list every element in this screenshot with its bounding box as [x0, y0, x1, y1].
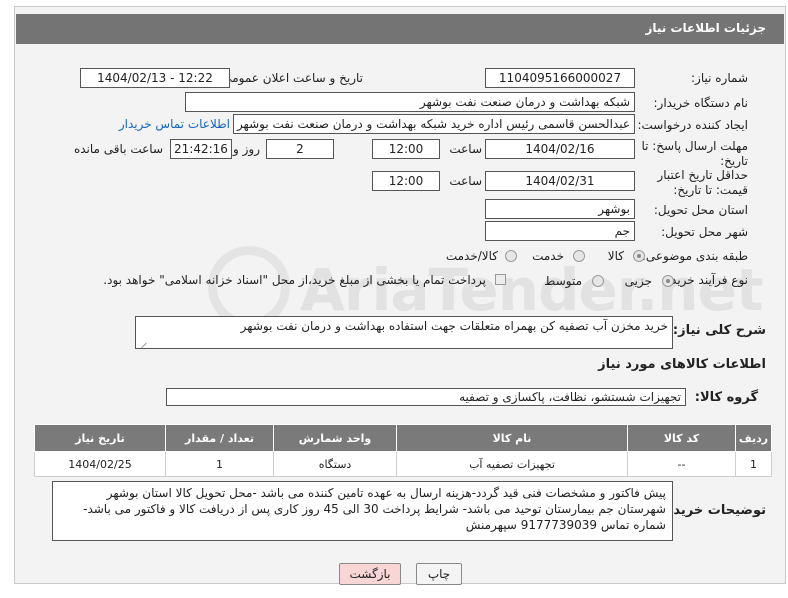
- reply-date-field[interactable]: 1404/02/16: [485, 139, 635, 159]
- category-option-goods: کالا: [607, 249, 624, 263]
- need-number-label: شماره نیاز:: [691, 71, 748, 85]
- treasury-checkbox[interactable]: [495, 274, 506, 285]
- category-label: طبقه بندی موضوعی:: [641, 249, 748, 263]
- buyer-org-field[interactable]: شبکه بهداشت و درمان صنعت نفت بوشهر: [185, 92, 635, 112]
- announce-label: تاریخ و ساعت اعلان عمومی:: [218, 71, 363, 85]
- summary-label: شرح کلی نیاز:: [672, 323, 766, 338]
- goods-group-label: گروه کالا:: [694, 390, 758, 405]
- table-header-row: ردیف کد کالا نام کالا واحد شمارش تعداد /…: [34, 424, 772, 452]
- category-option-service: خدمت: [532, 249, 564, 263]
- reply-deadline-label: مهلت ارسال پاسخ: تا تاریخ:: [630, 139, 748, 169]
- col-header-name: نام کالا: [396, 424, 628, 452]
- reply-time-field[interactable]: 12:00: [372, 139, 440, 159]
- city-label: شهر محل تحویل:: [661, 225, 748, 239]
- table-row[interactable]: 1 -- تجهیزات تصفیه آب دستگاه 1 1404/02/2…: [34, 451, 772, 477]
- col-header-row-number: ردیف: [735, 424, 772, 452]
- price-validity-text: حداقل تاریخ اعتبار قیمت: تا تاریخ:: [657, 168, 748, 197]
- creator-label: ایجاد کننده درخواست:: [637, 118, 748, 132]
- goods-info-title: اطلاعات کالاهای مورد نیاز: [598, 357, 766, 372]
- print-button[interactable]: چاپ: [416, 563, 462, 585]
- price-date-field[interactable]: 1404/02/31: [485, 171, 635, 191]
- cell-name: تجهیزات تصفیه آب: [396, 451, 628, 477]
- reply-time-label: ساعت: [449, 142, 482, 156]
- reply-deadline-text: مهلت ارسال پاسخ: تا تاریخ:: [641, 139, 748, 168]
- remaining-time-label: ساعت باقی مانده: [73, 142, 163, 156]
- title-bar: جزئیات اطلاعات نیاز: [16, 14, 784, 44]
- cell-code: --: [627, 451, 736, 477]
- buyer-notes-field[interactable]: پیش فاکتور و مشخصات فنی قید گردد-هزینه ا…: [52, 481, 673, 541]
- watermark-text: AriaTender.net: [300, 256, 764, 324]
- cell-quantity: 1: [165, 451, 274, 477]
- announce-field[interactable]: 1404/02/13 - 12:22: [80, 68, 230, 88]
- process-radio-medium[interactable]: [592, 275, 604, 287]
- cell-unit: دستگاه: [273, 451, 397, 477]
- need-number-field[interactable]: 1104095166000027: [485, 68, 635, 88]
- days-label: روز و: [233, 142, 260, 156]
- cell-row-number: 1: [735, 451, 772, 477]
- goods-group-field[interactable]: تجهیزات شستشو، نظافت، پاکسازی و تصفیه: [166, 388, 686, 406]
- back-button[interactable]: بازگشت: [339, 563, 401, 585]
- province-label: استان محل تحویل:: [653, 203, 748, 217]
- summary-field[interactable]: خرید مخزن آب تصفیه کن بهمراه متعلقات جهت…: [135, 316, 673, 349]
- page-title: جزئیات اطلاعات نیاز: [645, 21, 766, 35]
- col-header-date: تاریخ نیاز: [34, 424, 166, 452]
- price-time-field[interactable]: 12:00: [372, 171, 440, 191]
- creator-field[interactable]: عبدالحسن قاسمی رئیس اداره خرید شبکه بهدا…: [233, 114, 635, 134]
- goods-table: ردیف کد کالا نام کالا واحد شمارش تعداد /…: [34, 424, 772, 477]
- category-radio-goods-service[interactable]: [505, 250, 517, 262]
- payment-note: پرداخت تمام یا بخشی از مبلغ خرید،از محل …: [103, 273, 486, 287]
- process-label: نوع فرآیند خرید :: [663, 273, 748, 287]
- buyer-org-label: نام دستگاه خریدار:: [653, 96, 749, 110]
- cell-date: 1404/02/25: [34, 451, 166, 477]
- category-option-goods-service: کالا/خدمت: [445, 249, 498, 263]
- category-radio-goods[interactable]: [633, 250, 645, 262]
- contact-info-link[interactable]: اطلاعات تماس خریدار: [119, 117, 230, 131]
- price-validity-label: حداقل تاریخ اعتبار قیمت: تا تاریخ:: [628, 168, 748, 198]
- col-header-unit: واحد شمارش: [273, 424, 397, 452]
- province-field[interactable]: بوشهر: [485, 199, 635, 219]
- process-radio-minor[interactable]: [662, 275, 674, 287]
- category-radio-service[interactable]: [573, 250, 585, 262]
- city-field[interactable]: جم: [485, 221, 635, 241]
- process-option-minor: جزیی: [624, 274, 652, 288]
- process-option-medium: متوسط: [544, 274, 582, 288]
- col-header-quantity: تعداد / مقدار: [165, 424, 274, 452]
- price-time-label: ساعت: [449, 174, 482, 188]
- days-field[interactable]: 2: [266, 139, 334, 159]
- remaining-time-field[interactable]: 21:42:16: [170, 139, 232, 159]
- col-header-code: کد کالا: [627, 424, 736, 452]
